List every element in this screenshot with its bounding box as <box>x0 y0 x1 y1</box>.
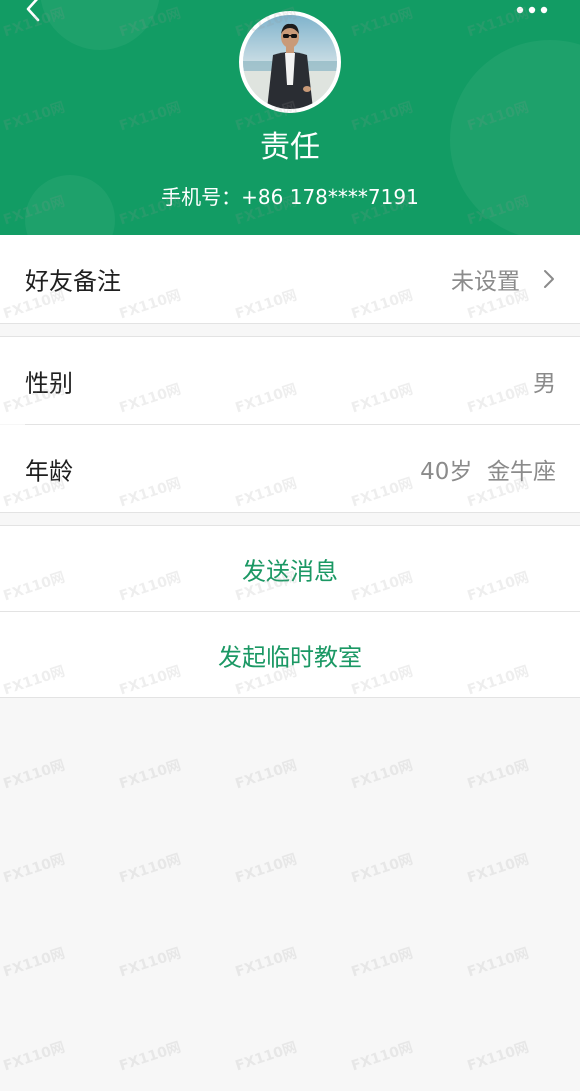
back-button[interactable] <box>20 0 50 26</box>
profile-name: 责任 <box>260 130 320 165</box>
profile-header: 责任 手机号：+86 178****7191 <box>0 0 580 235</box>
watermark: FX110网 <box>117 757 183 793</box>
watermark: FX110网 <box>349 945 415 981</box>
age-value: 40岁 金牛座 <box>420 458 556 485</box>
chevron-right-icon <box>544 270 554 288</box>
watermark: FX110网 <box>349 757 415 793</box>
watermark: FX110网 <box>1 851 67 887</box>
avatar[interactable] <box>239 11 341 113</box>
watermark: FX110网 <box>233 757 299 793</box>
chevron-left-icon <box>26 0 40 22</box>
send-message-label: 发送消息 <box>242 557 338 585</box>
divider <box>0 323 580 324</box>
age-row: 年龄 40岁 金牛座 <box>0 425 580 512</box>
gender-label: 性别 <box>25 369 73 397</box>
phone-number: 手机号：+86 178****7191 <box>161 185 419 209</box>
watermark: FX110网 <box>465 757 531 793</box>
watermark: FX110网 <box>465 1039 531 1075</box>
age-label: 年龄 <box>25 457 73 485</box>
watermark: FX110网 <box>1 1039 67 1075</box>
friend-remark-value: 未设置 <box>451 269 520 295</box>
friend-remark-row[interactable]: 好友备注 未设置 <box>0 235 580 323</box>
send-message-button[interactable]: 发送消息 <box>0 526 580 611</box>
watermark: FX110网 <box>117 851 183 887</box>
gender-value: 男 <box>533 370 556 397</box>
watermark: FX110网 <box>233 1039 299 1075</box>
watermark: FX110网 <box>349 851 415 887</box>
watermark: FX110网 <box>465 945 531 981</box>
watermark: FX110网 <box>1 757 67 793</box>
avatar-photo <box>243 15 337 109</box>
watermark: FX110网 <box>233 851 299 887</box>
friend-remark-label: 好友备注 <box>25 267 121 296</box>
more-button[interactable] <box>512 0 552 22</box>
start-temp-classroom-label: 发起临时教室 <box>218 643 362 671</box>
watermark: FX110网 <box>117 1039 183 1075</box>
watermark: FX110网 <box>1 945 67 981</box>
watermark: FX110网 <box>117 945 183 981</box>
more-dots-icon <box>516 6 548 14</box>
watermark: FX110网 <box>465 851 531 887</box>
header-decoration <box>40 0 160 50</box>
divider <box>0 512 580 513</box>
gender-row: 性别 男 <box>0 337 580 424</box>
divider <box>0 697 580 698</box>
start-temp-classroom-button[interactable]: 发起临时教室 <box>0 612 580 697</box>
watermark: FX110网 <box>233 945 299 981</box>
watermark: FX110网 <box>349 1039 415 1075</box>
